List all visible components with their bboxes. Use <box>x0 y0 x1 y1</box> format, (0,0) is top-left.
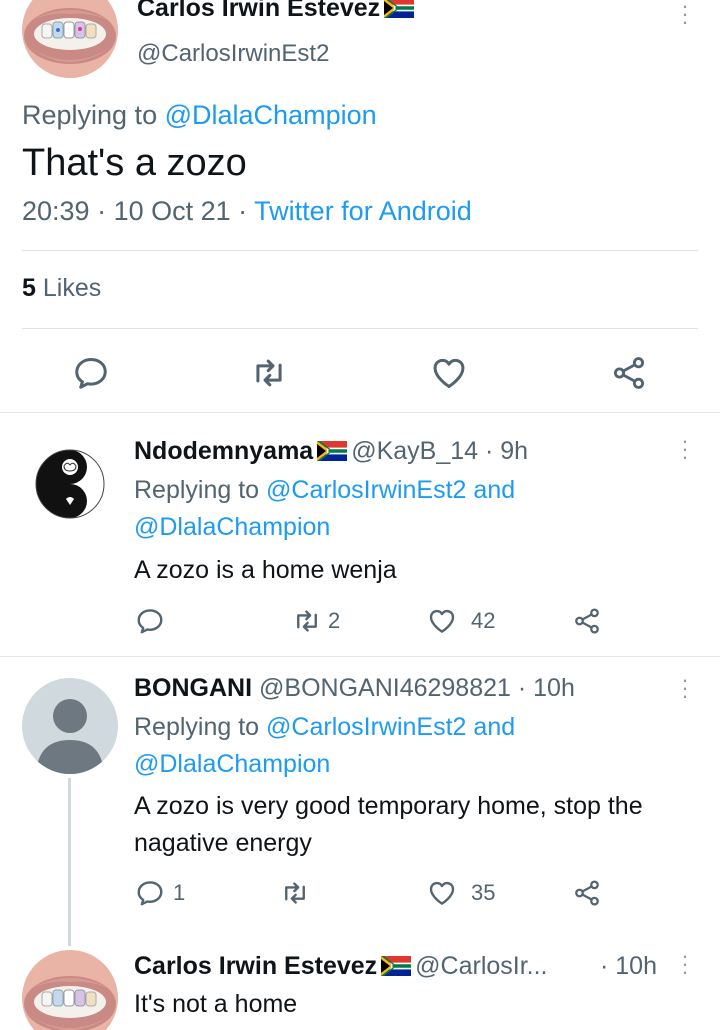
main-author-avatar[interactable] <box>22 0 118 78</box>
main-author-name[interactable]: Carlos Irwin Estevez <box>137 0 418 23</box>
reply-icon[interactable] <box>72 354 110 392</box>
replying-to-link[interactable]: @CarlosIrwinEst2 <box>266 713 466 741</box>
like-button[interactable]: 35 <box>427 878 495 908</box>
divider <box>22 328 698 329</box>
replying-prefix: Replying to <box>134 476 260 504</box>
reply-icon <box>135 878 165 908</box>
heart-icon <box>427 878 457 908</box>
reply-text: It's not a home <box>134 990 298 1018</box>
reply-author-handle[interactable]: @KayB_14 <box>351 437 478 465</box>
south-africa-flag-icon <box>384 0 414 18</box>
reply-replying-to: Replying to @CarlosIrwinEst2 and @DlalaC… <box>134 472 674 546</box>
heart-icon <box>427 606 457 636</box>
reply-text: A zozo is a home wenja <box>134 556 397 584</box>
more-icon[interactable]: · · · <box>678 0 692 33</box>
reply-header: BONGANI @BONGANI46298821 · 10h <box>134 674 575 702</box>
reply-author-handle[interactable]: @BONGANI46298821 <box>259 674 511 702</box>
reply-author-handle[interactable]: @CarlosIr... <box>415 952 547 980</box>
more-icon[interactable]: · · · <box>678 945 692 983</box>
main-tweet-meta: 20:39 · 10 Oct 21 · Twitter for Android <box>22 196 472 226</box>
retweet-button[interactable]: 2 <box>292 606 340 636</box>
likes-summary[interactable]: 5 Likes <box>22 274 101 303</box>
likes-label: Likes <box>42 274 102 302</box>
reply-button[interactable] <box>135 606 165 636</box>
retweet-icon[interactable] <box>250 354 288 392</box>
more-icon[interactable]: · · · <box>678 669 692 707</box>
retweet-count: 2 <box>328 608 341 633</box>
reply-button[interactable]: 1 <box>135 878 185 908</box>
reply-time[interactable]: 10h <box>615 952 657 980</box>
like-count: 42 <box>471 608 496 633</box>
reply-replying-to: Replying to @CarlosIrwinEst2 and @DlalaC… <box>134 709 674 783</box>
main-tweet-text: That's a zozo <box>22 142 247 184</box>
reply-avatar-carlos[interactable] <box>22 950 118 1030</box>
main-replying-to: Replying to @DlalaChampion <box>22 100 377 131</box>
replying-to-link[interactable]: @CarlosIrwinEst2 <box>266 476 466 504</box>
south-africa-flag-icon <box>381 956 411 976</box>
share-icon[interactable] <box>610 354 648 392</box>
likes-count: 5 <box>22 274 36 302</box>
reply-author-name[interactable]: Carlos Irwin Estevez <box>134 952 377 980</box>
main-author-name-text[interactable]: Carlos Irwin Estevez <box>137 0 380 22</box>
tweet-source[interactable]: Twitter for Android <box>254 196 472 226</box>
replying-prefix: Replying to <box>134 713 260 741</box>
reply-time[interactable]: 9h <box>500 437 528 465</box>
like-count: 35 <box>471 880 496 905</box>
reply-avatar-bongani[interactable] <box>22 678 118 774</box>
replying-to-link[interactable]: @DlalaChampion <box>165 100 377 130</box>
tweet-time[interactable]: 20:39 <box>22 196 90 226</box>
divider <box>0 412 720 413</box>
reply-text: A zozo is very good temporary home, stop… <box>134 792 643 857</box>
replying-to-link[interactable]: @DlalaChampion <box>134 513 330 541</box>
reply-count: 1 <box>173 880 186 905</box>
retweet-button[interactable] <box>280 878 310 908</box>
share-icon <box>572 878 602 908</box>
reply-time[interactable]: 10h <box>533 674 575 702</box>
reply-author-name[interactable]: Ndodemnyama <box>134 437 313 465</box>
main-author-handle[interactable]: @CarlosIrwinEst2 <box>137 40 329 68</box>
share-button[interactable] <box>572 606 602 636</box>
reply-icon <box>135 606 165 636</box>
replying-to-link[interactable]: @DlalaChampion <box>134 750 330 778</box>
divider <box>0 656 720 657</box>
reply-avatar-ndodemnyama[interactable] <box>22 436 118 532</box>
tweet-date[interactable]: 10 Oct 21 <box>114 196 231 226</box>
reply-author-name[interactable]: BONGANI <box>134 674 252 702</box>
reply-header: Carlos Irwin Estevez @CarlosIr... <box>134 952 548 981</box>
share-button[interactable] <box>572 878 602 908</box>
more-icon[interactable]: · · · <box>678 430 692 468</box>
replying-prefix: Replying to <box>22 100 158 130</box>
share-icon <box>572 606 602 636</box>
reply-time-wrapper: · 10h <box>600 952 657 980</box>
reply-header: Ndodemnyama @KayB_14 · 9h <box>134 437 529 465</box>
retweet-icon <box>280 878 310 908</box>
like-button[interactable]: 42 <box>427 606 495 636</box>
thread-line <box>68 778 71 946</box>
replying-and: and <box>473 713 516 741</box>
south-africa-flag-icon <box>317 441 347 461</box>
divider <box>22 250 698 251</box>
replying-and: and <box>473 476 516 504</box>
retweet-icon <box>292 606 322 636</box>
heart-icon[interactable] <box>430 354 468 392</box>
